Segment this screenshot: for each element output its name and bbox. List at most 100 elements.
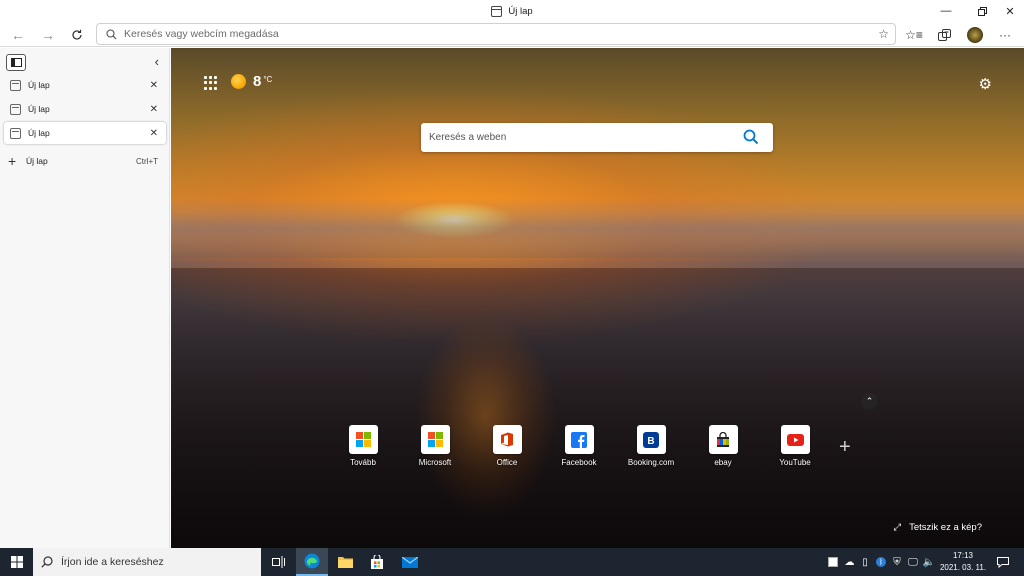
clock[interactable]: 17:13 2021. 03. 11. (936, 550, 990, 574)
taskbar-search-placeholder: Írjon ide a kereséshez (61, 556, 164, 568)
vertical-tab[interactable]: Új lap ✕ (4, 74, 166, 96)
address-bar[interactable]: Keresés vagy webcím megadása ☆ (96, 23, 896, 45)
favorites-button[interactable]: ☆≡ (903, 25, 925, 45)
chevron-up-icon: ⌃ (865, 396, 874, 406)
tab-label: Új lap (28, 80, 50, 90)
quick-link-booking[interactable]: B Booking.com (615, 425, 687, 467)
avatar (967, 27, 983, 43)
refresh-button[interactable] (66, 25, 88, 45)
onedrive-button[interactable]: ☁ (842, 548, 857, 576)
edge-icon (304, 553, 320, 569)
notification-icon (997, 556, 1009, 568)
office-icon (501, 432, 513, 447)
vertical-tab-active[interactable]: Új lap ✕ (4, 122, 166, 144)
new-tab-label: Új lap (26, 156, 48, 166)
folder-icon (337, 557, 353, 568)
favorite-star-add-icon[interactable]: ☆ (878, 27, 889, 41)
facebook-icon (571, 431, 587, 448)
browser-toolbar: ← → Keresés vagy webcím megadása ☆ ☆≡ ··… (0, 22, 1024, 47)
arrow-right-icon: → (41, 27, 55, 43)
quick-link-office[interactable]: Office (471, 425, 543, 467)
taskbar-store-button[interactable] (361, 548, 393, 576)
background-image-city (171, 268, 1024, 548)
bluetooth-button[interactable]: ᛒ (874, 548, 888, 576)
tile-box (708, 425, 738, 454)
quick-link-ebay[interactable]: ebay (687, 425, 759, 467)
like-image-button[interactable]: ⤢ Tetszik ez a kép? (894, 522, 982, 533)
new-tab-button[interactable]: + Új lap Ctrl+T (8, 152, 158, 170)
search-icon[interactable] (743, 129, 759, 145)
settings-more-button[interactable]: ··· (994, 25, 1016, 45)
quick-link-label: Office (496, 458, 518, 467)
expand-icon: ⤢ (893, 522, 902, 533)
vertical-tabs-panel: ‹ Új lap ✕ Új lap ✕ Új lap ✕ + Új lap Ct… (0, 48, 170, 548)
taskbar-file-explorer-button[interactable] (329, 548, 361, 576)
app-launcher-button[interactable] (204, 76, 218, 90)
vertical-tab[interactable]: Új lap ✕ (4, 98, 166, 120)
shield-icon: ⛨ (893, 556, 901, 568)
close-window-button[interactable]: ✕ (996, 0, 1024, 22)
quick-link-youtube[interactable]: YouTube (759, 425, 831, 467)
taskbar: Írjon ide a kereséshez ☁ ▯ ᛒ ⛨ 🖵 🔈 17:13… (0, 548, 1024, 576)
scroll-feed-button[interactable]: ⌃ (861, 393, 878, 410)
quick-link-label: YouTube (779, 458, 811, 467)
minimize-button[interactable]: — (928, 0, 964, 22)
tile-box (420, 425, 450, 454)
quick-link-facebook[interactable]: Facebook (543, 425, 615, 467)
tab-label: Új lap (28, 128, 50, 138)
profile-button[interactable] (964, 25, 986, 45)
search-icon (41, 556, 53, 568)
weather-temperature: 8 (253, 73, 262, 90)
sun-icon (231, 74, 246, 89)
network-icon: 🖵 (908, 556, 918, 568)
security-button[interactable]: ⛨ (890, 548, 904, 576)
web-search-box[interactable]: Keresés a weben (421, 123, 773, 152)
like-image-label: Tetszik ez a kép? (909, 522, 982, 533)
cloud-icon: ☁ (844, 556, 855, 568)
tab-label: Új lap (28, 104, 50, 114)
volume-button[interactable]: 🔈 (922, 548, 936, 576)
collections-icon (937, 28, 951, 41)
youtube-icon (786, 433, 804, 446)
battery-button[interactable]: ▯ (858, 548, 872, 576)
maximize-button[interactable] (964, 0, 1000, 22)
tile-box (348, 425, 378, 454)
tile-box (564, 425, 594, 454)
close-tab-button[interactable]: ✕ (150, 128, 158, 139)
booking-icon: B (643, 431, 659, 448)
taskbar-mail-button[interactable] (394, 548, 426, 576)
close-tab-button[interactable]: ✕ (150, 104, 158, 115)
tray-app-icon[interactable] (826, 548, 840, 576)
close-tab-button[interactable]: ✕ (150, 80, 158, 91)
start-button[interactable] (0, 548, 33, 576)
favorites-star-list-icon: ☆≡ (905, 28, 923, 42)
page-settings-button[interactable]: ⚙ (979, 75, 992, 93)
bluetooth-icon: ᛒ (876, 557, 886, 567)
quick-link-microsoft[interactable]: Microsoft (399, 425, 471, 467)
quick-link-label: Tovább (350, 458, 376, 467)
collections-button[interactable] (933, 25, 955, 45)
add-quick-link-button[interactable]: + (839, 436, 851, 459)
battery-icon: ▯ (862, 556, 868, 568)
refresh-icon (72, 29, 82, 40)
title-bar: Új lap — ✕ (0, 0, 1024, 22)
collapse-panel-button[interactable]: ‹ (155, 54, 159, 69)
ellipsis-icon: ··· (999, 28, 1011, 42)
forward-button[interactable]: → (37, 25, 59, 45)
action-center-button[interactable] (993, 548, 1013, 576)
taskbar-edge-button[interactable] (296, 548, 328, 576)
back-button[interactable]: ← (7, 25, 29, 45)
weather-widget[interactable]: 8 °C (231, 73, 272, 90)
chevron-left-icon: ‹ (154, 54, 159, 69)
quick-link-tovabb[interactable]: Tovább (327, 425, 399, 467)
taskbar-search-box[interactable]: Írjon ide a kereséshez (33, 548, 261, 576)
task-view-button[interactable] (262, 548, 294, 576)
tab-page-icon (10, 127, 21, 139)
tab-actions-button[interactable] (6, 54, 26, 71)
vertical-tabs-icon (10, 58, 22, 67)
plus-icon: + (839, 436, 851, 458)
network-button[interactable]: 🖵 (906, 548, 920, 576)
quick-link-label: Booking.com (627, 458, 675, 467)
restore-icon (977, 6, 987, 16)
clock-time: 17:13 (952, 551, 974, 560)
